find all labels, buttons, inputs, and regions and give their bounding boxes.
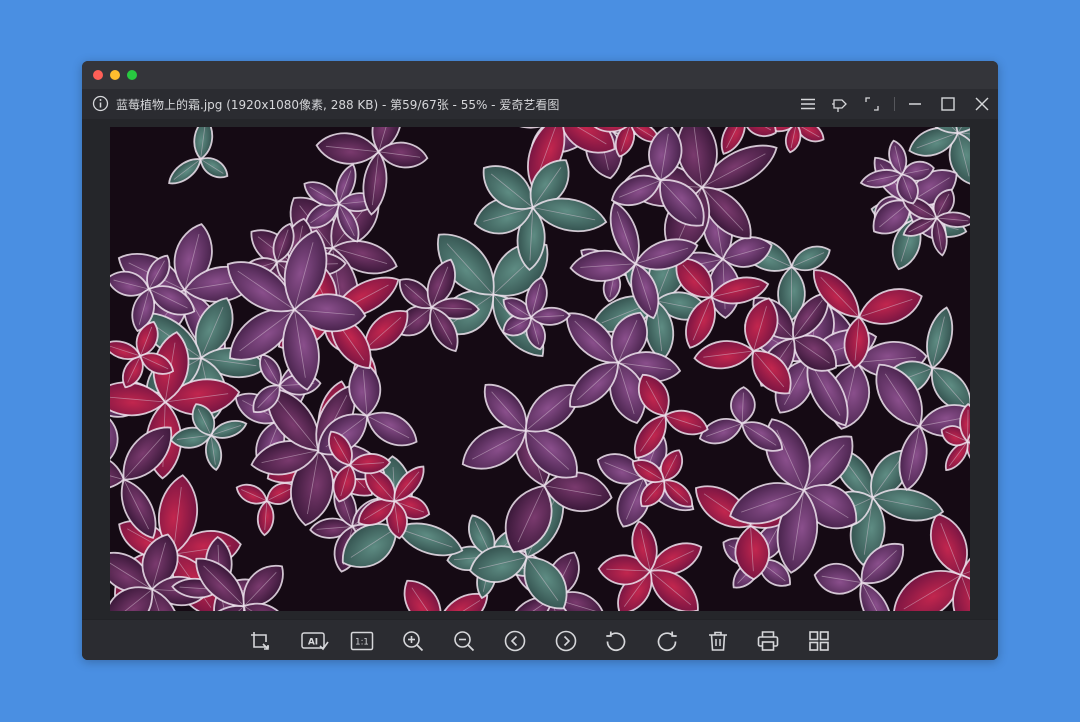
title-bar-divider <box>894 97 895 111</box>
info-icon[interactable] <box>92 95 109 112</box>
image-viewer-window: 蓝莓植物上的霜.jpg (1920x1080像素, 288 KB) - 第59/… <box>82 61 998 660</box>
previous-icon[interactable] <box>503 629 527 653</box>
delete-icon[interactable] <box>706 629 730 653</box>
close-window-dot[interactable] <box>93 70 103 80</box>
window-top-bar <box>82 61 998 89</box>
close-icon[interactable] <box>973 95 991 113</box>
rotate-right-icon[interactable] <box>655 629 679 653</box>
pin-icon[interactable] <box>831 95 849 113</box>
next-icon[interactable] <box>554 629 578 653</box>
crop-icon[interactable] <box>248 629 272 653</box>
ai-enhance-icon[interactable]: AI <box>300 629 330 653</box>
bottom-toolbar: AI 1:1 <box>82 619 998 660</box>
window-title: 蓝莓植物上的霜.jpg (1920x1080像素, 288 KB) - 第59/… <box>116 98 560 112</box>
rotate-left-icon[interactable] <box>604 629 628 653</box>
actual-size-label: 1:1 <box>355 638 369 648</box>
print-icon[interactable] <box>756 629 780 653</box>
minimize-icon[interactable] <box>906 95 924 113</box>
grid-view-icon[interactable] <box>807 629 831 653</box>
actual-size-icon[interactable]: 1:1 <box>350 629 374 653</box>
zoom-in-icon[interactable] <box>401 629 425 653</box>
fullscreen-icon[interactable] <box>863 95 881 113</box>
zoom-out-icon[interactable] <box>452 629 476 653</box>
maximize-icon[interactable] <box>939 95 957 113</box>
minimize-window-dot[interactable] <box>110 70 120 80</box>
image-view-area[interactable] <box>82 119 998 619</box>
title-bar: 蓝莓植物上的霜.jpg (1920x1080像素, 288 KB) - 第59/… <box>82 89 998 119</box>
menu-icon[interactable] <box>799 95 817 113</box>
zoom-window-dot[interactable] <box>127 70 137 80</box>
ai-label: AI <box>308 638 318 648</box>
frosted-leaves-photo <box>110 127 970 611</box>
